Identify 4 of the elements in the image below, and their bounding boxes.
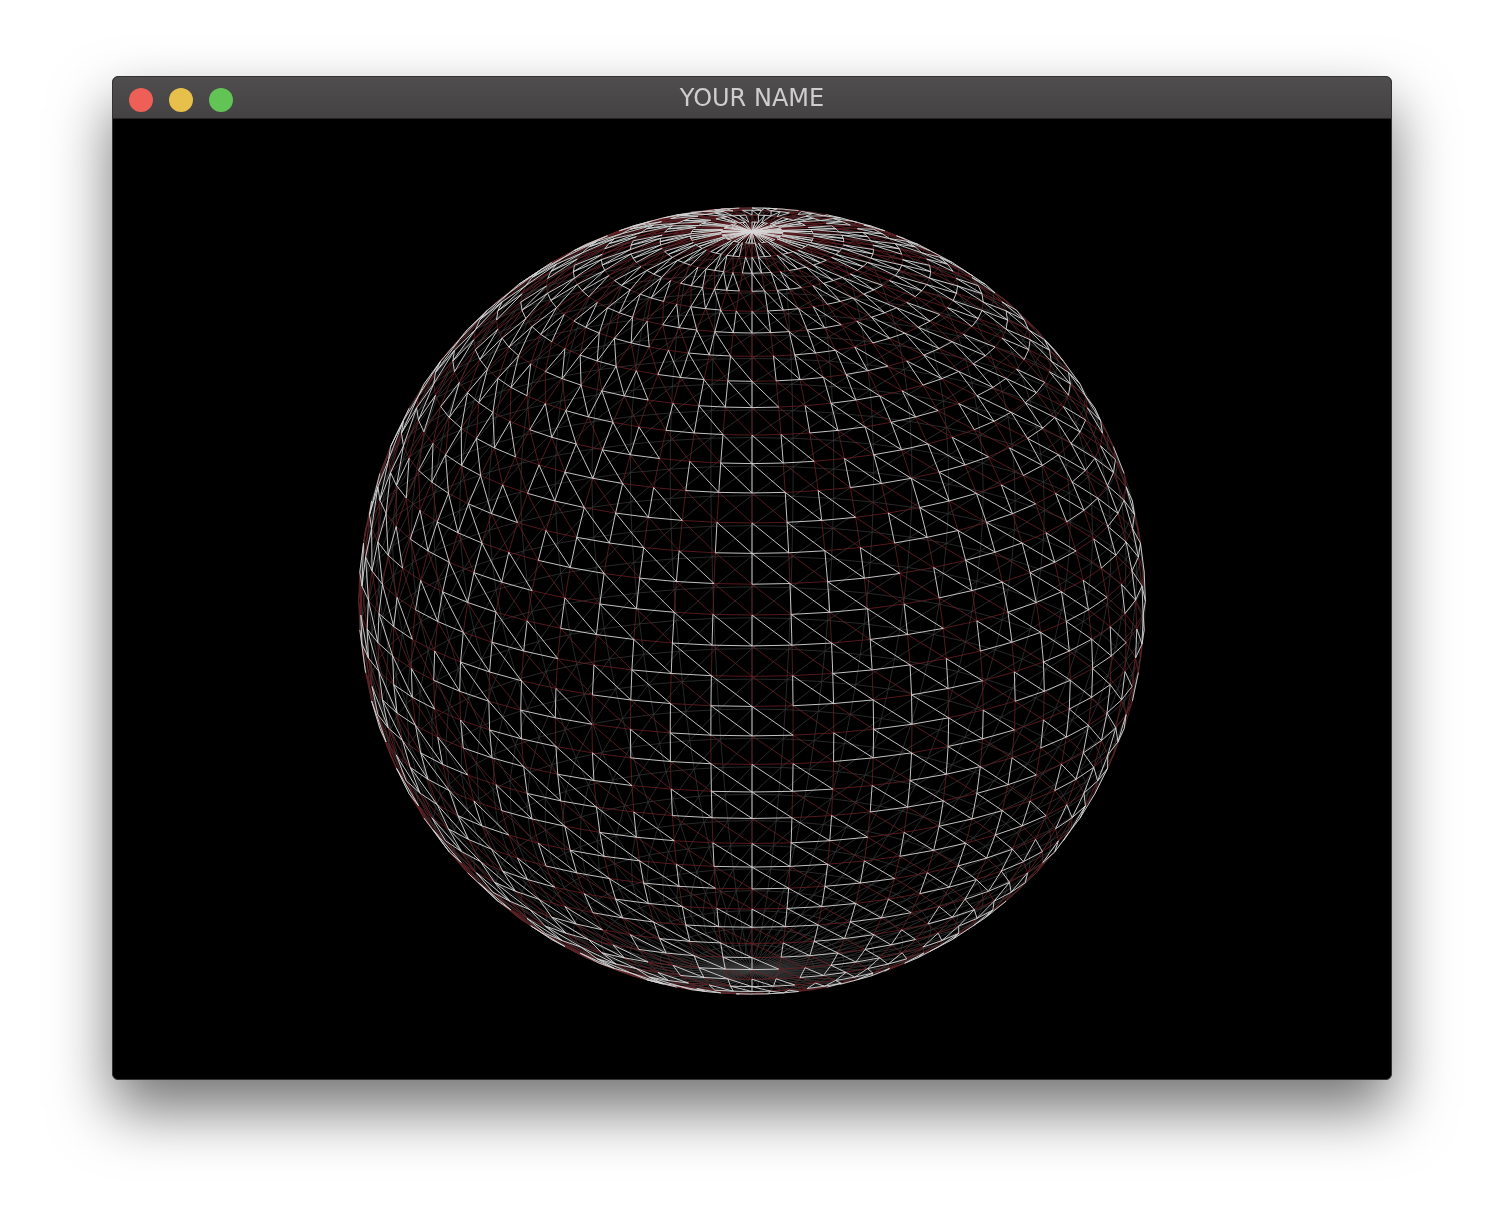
window-title: YOUR NAME	[679, 83, 825, 114]
minimize-button[interactable]	[169, 88, 193, 112]
close-button[interactable]	[129, 88, 153, 112]
zoom-button[interactable]	[209, 88, 233, 112]
